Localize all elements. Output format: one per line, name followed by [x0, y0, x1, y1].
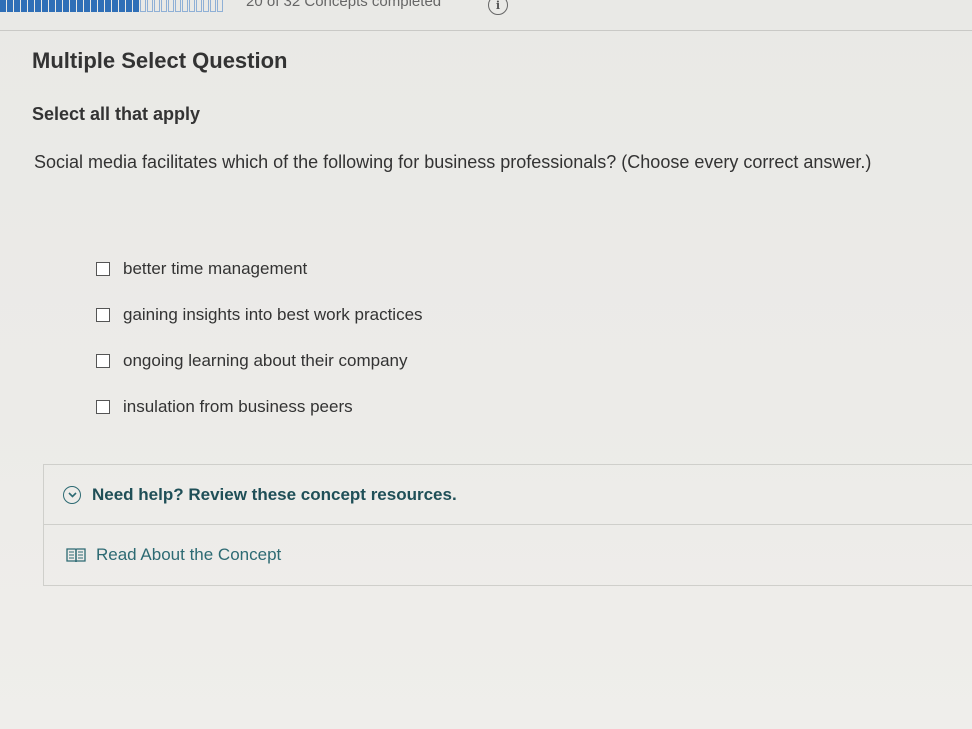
checkbox[interactable]: [96, 262, 110, 276]
progress-segment: [42, 0, 48, 12]
header-divider: [0, 30, 972, 31]
checkbox[interactable]: [96, 308, 110, 322]
checkbox[interactable]: [96, 400, 110, 414]
book-icon: [66, 547, 86, 563]
progress-segment: [119, 0, 125, 12]
help-title: Need help? Review these concept resource…: [92, 484, 457, 504]
question-type-heading: Multiple Select Question: [32, 48, 288, 73]
answer-option[interactable]: ongoing learning about their company: [96, 338, 423, 384]
progress-label: 20 of 32 Concepts completed: [246, 0, 442, 10]
progress-segment: [112, 0, 118, 12]
progress-segment: [161, 0, 167, 12]
progress-segment: [210, 0, 216, 12]
help-toggle[interactable]: Need help? Review these concept resource…: [44, 465, 972, 525]
answer-option-label: insulation from business peers: [123, 397, 353, 416]
progress-segment: [126, 0, 132, 12]
progress-segment: [14, 0, 20, 12]
progress-segment: [0, 0, 6, 12]
info-icon[interactable]: i: [488, 0, 508, 15]
progress-segment: [77, 0, 83, 12]
progress-segment: [105, 0, 111, 12]
progress-segment: [182, 0, 188, 12]
progress-segment: [84, 0, 90, 12]
answer-option[interactable]: better time management: [96, 246, 423, 292]
answer-option-label: ongoing learning about their company: [123, 351, 408, 370]
progress-segment: [189, 0, 195, 12]
answer-option[interactable]: gaining insights into best work practice…: [96, 292, 423, 338]
answer-option-label: gaining insights into best work practice…: [123, 305, 423, 324]
progress-segment: [49, 0, 55, 12]
progress-segment: [196, 0, 202, 12]
answer-option-label: better time management: [123, 259, 308, 278]
progress-segment: [28, 0, 34, 12]
progress-segment: [70, 0, 76, 12]
progress-segment: [7, 0, 13, 12]
progress-segment: [147, 0, 153, 12]
read-about-concept-link[interactable]: Read About the Concept: [96, 545, 281, 565]
progress-segment: [168, 0, 174, 12]
resource-link-row[interactable]: Read About the Concept: [44, 525, 972, 585]
checkbox[interactable]: [96, 354, 110, 368]
progress-segment: [175, 0, 181, 12]
progress-segment: [217, 0, 223, 12]
progress-segment: [35, 0, 41, 12]
progress-segment: [154, 0, 160, 12]
question-instruction: Select all that apply: [32, 104, 201, 124]
answer-options: better time management gaining insights …: [96, 246, 423, 430]
progress-segment: [133, 0, 139, 12]
progress-segment: [203, 0, 209, 12]
progress-segment: [98, 0, 104, 12]
progress-segment: [91, 0, 97, 12]
top-bar: 20 of 32 Concepts completed i: [0, 0, 972, 20]
progress-segment: [21, 0, 27, 12]
progress-segment: [56, 0, 62, 12]
question-prompt: Social media facilitates which of the fo…: [34, 152, 872, 172]
progress-bar: [0, 0, 223, 12]
answer-option[interactable]: insulation from business peers: [96, 384, 423, 430]
progress-segment: [63, 0, 69, 12]
progress-segment: [140, 0, 146, 12]
help-panel: Need help? Review these concept resource…: [43, 464, 972, 586]
chevron-down-icon[interactable]: [63, 485, 81, 504]
